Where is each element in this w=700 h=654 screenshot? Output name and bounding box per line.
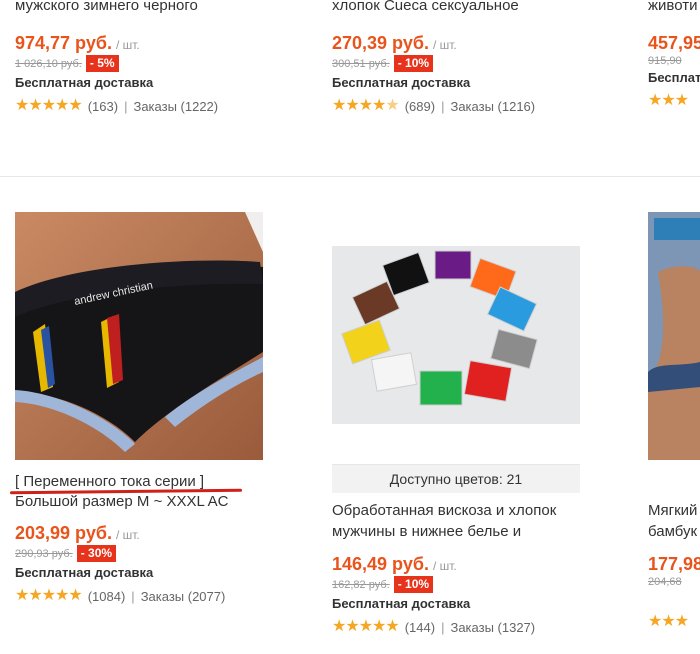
separator: | bbox=[124, 98, 128, 114]
product-image[interactable]: andrew christian bbox=[15, 212, 263, 460]
product-title[interactable]: мужского зимнего черного bbox=[15, 0, 218, 16]
separator: | bbox=[441, 619, 445, 635]
price-unit: / шт. bbox=[432, 559, 457, 573]
product-card[interactable]: Обработанная вискоза и хлопок мужчины в … bbox=[332, 500, 556, 635]
discount-badge: - 30% bbox=[76, 545, 117, 562]
available-colors-bar: Доступно цветов: 21 bbox=[332, 464, 580, 493]
old-price: 915,90 bbox=[648, 55, 682, 67]
review-count[interactable]: (144) bbox=[405, 620, 435, 635]
old-price: 162,82 руб. bbox=[332, 578, 390, 591]
order-count[interactable]: Заказы (1222) bbox=[133, 99, 218, 114]
product-image[interactable] bbox=[648, 212, 700, 460]
model-photo bbox=[648, 212, 700, 460]
product-price: 974,77 руб. bbox=[15, 33, 112, 53]
price-unit: / шт. bbox=[115, 38, 140, 52]
star-rating: ★★★★★ bbox=[15, 587, 83, 604]
product-price: 146,49 руб. bbox=[332, 554, 429, 574]
review-count[interactable]: (163) bbox=[88, 99, 118, 114]
separator: | bbox=[441, 98, 445, 114]
free-shipping-label: Бесплат bbox=[648, 70, 700, 85]
product-title-line2[interactable]: мужчины в нижнее белье и bbox=[332, 521, 556, 542]
free-shipping-label: Бесплатная доставка bbox=[15, 565, 154, 580]
free-shipping-label: Бесплатная доставка bbox=[332, 75, 471, 90]
price-unit: / шт. bbox=[115, 528, 140, 542]
product-title[interactable]: животи bbox=[648, 0, 700, 16]
product-price: 203,99 руб. bbox=[15, 523, 112, 543]
product-card-partial[interactable]: животи 457,95 915,90 Бесплат ★★★ bbox=[648, 0, 700, 109]
discount-badge: - 5% bbox=[85, 55, 119, 72]
old-price: 204,68 bbox=[648, 576, 682, 588]
product-title-line2[interactable]: бамбук bbox=[648, 521, 700, 542]
order-count[interactable]: Заказы (2077) bbox=[141, 589, 226, 604]
product-title-line1[interactable]: Обработанная вискоза и хлопок bbox=[332, 500, 556, 521]
product-card-partial[interactable]: Мягкий бамбук 177,98 204,68 . ★★★ bbox=[648, 500, 700, 630]
separator: | bbox=[131, 588, 135, 604]
row-divider bbox=[0, 176, 700, 177]
order-count[interactable]: Заказы (1327) bbox=[450, 620, 535, 635]
product-card[interactable]: мужского зимнего черного 974,77 руб. / ш… bbox=[15, 0, 218, 114]
product-card[interactable]: хлопок Cueca сексуальное 270,39 руб. / ш… bbox=[332, 0, 535, 114]
free-shipping-label: Бесплатная доставка bbox=[15, 75, 154, 90]
old-price: 290,93 руб. bbox=[15, 547, 73, 560]
product-price: 270,39 руб. bbox=[332, 33, 429, 53]
review-count[interactable]: (689) bbox=[405, 99, 435, 114]
product-title[interactable]: хлопок Cueca сексуальное bbox=[332, 0, 535, 16]
star-rating: ★★★ bbox=[648, 92, 689, 109]
review-count[interactable]: (1084) bbox=[88, 589, 126, 604]
old-price: 1 026,10 руб. bbox=[15, 57, 82, 70]
price-unit: / шт. bbox=[432, 38, 457, 52]
product-title-line2[interactable]: Большой размер M ~ XXXL AC bbox=[15, 491, 228, 512]
discount-badge: - 10% bbox=[393, 576, 434, 593]
star-rating: ★★★★★ bbox=[332, 618, 400, 635]
product-title-line1[interactable]: Мягкий bbox=[648, 500, 700, 521]
underwear-colors-photo bbox=[332, 246, 580, 424]
star-rating: ★★★ bbox=[648, 613, 689, 630]
order-count[interactable]: Заказы (1216) bbox=[450, 99, 535, 114]
product-price: 177,98 bbox=[648, 554, 700, 574]
star-rating: ★★★★★ bbox=[15, 97, 83, 114]
product-price: 457,95 bbox=[648, 33, 700, 53]
star-rating: ★★★★★ bbox=[332, 97, 400, 114]
product-image[interactable] bbox=[332, 246, 580, 424]
free-shipping-label: Бесплатная доставка bbox=[332, 596, 471, 611]
briefs-photo: andrew christian bbox=[15, 212, 263, 460]
old-price: 300,51 руб. bbox=[332, 57, 390, 70]
discount-badge: - 10% bbox=[393, 55, 434, 72]
